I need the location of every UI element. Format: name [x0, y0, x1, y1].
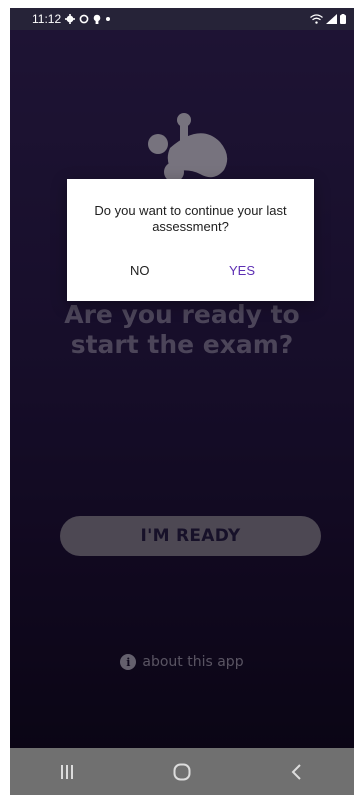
no-button[interactable]: NO: [130, 263, 150, 278]
ring-icon: [79, 14, 89, 24]
status-right: [310, 14, 346, 24]
home-icon: [173, 763, 191, 780]
status-bar: 11:12: [10, 8, 354, 30]
phone-screen: 11:12 Are you ready to start the exam? I…: [10, 8, 354, 795]
bulb-icon: [93, 14, 101, 24]
status-time: 11:12: [32, 12, 62, 26]
dialog-scrim[interactable]: [10, 30, 354, 748]
yes-button[interactable]: YES: [229, 263, 255, 278]
back-button[interactable]: [267, 752, 327, 792]
recent-apps-icon: [61, 764, 74, 779]
battery-icon: [340, 14, 346, 24]
gear-icon: [65, 14, 76, 24]
app-content: Are you ready to start the exam? I'M REA…: [10, 30, 354, 748]
home-button[interactable]: [152, 752, 212, 792]
status-left: 11:12: [32, 12, 111, 26]
recent-apps-button[interactable]: [37, 752, 97, 792]
navigation-bar: [10, 748, 354, 795]
dot-icon: [106, 17, 111, 21]
dialog-message: Do you want to continue your last assess…: [94, 203, 287, 234]
signal-icon: [326, 14, 337, 24]
continue-assessment-dialog: Do you want to continue your last assess…: [67, 179, 314, 301]
back-icon: [291, 763, 301, 780]
wifi-icon: [310, 14, 323, 24]
